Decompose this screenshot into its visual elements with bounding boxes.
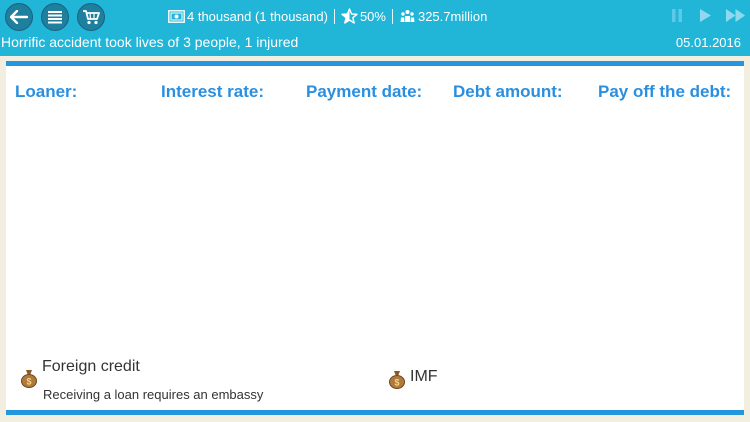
population-value: 325.7million <box>417 8 488 24</box>
column-loaner: Loaner: <box>15 82 78 101</box>
menu-button[interactable] <box>41 3 69 31</box>
svg-text:$: $ <box>394 378 399 388</box>
column-interest-rate: Interest rate: <box>161 82 264 101</box>
money-bag-icon: $ <box>21 370 37 388</box>
pause-icon <box>672 9 682 22</box>
play-button[interactable] <box>698 8 712 28</box>
loans-panel: Loaner: Interest rate: Payment date: Deb… <box>6 61 744 415</box>
svg-text:$: $ <box>26 377 31 387</box>
back-arrow-icon <box>10 10 28 24</box>
money-bag-icon: $ <box>389 371 405 389</box>
shop-button[interactable] <box>77 3 105 31</box>
star-icon <box>341 8 358 24</box>
top-bar: 4 thousand (1 thousand) 50% 325.7million <box>0 0 750 56</box>
money-icon <box>168 9 185 23</box>
money-value: 4 thousand (1 thousand) <box>187 8 328 24</box>
cart-icon <box>83 10 100 25</box>
lender-name: Foreign credit <box>42 358 140 375</box>
game-date: 05.01.2016 <box>675 35 741 50</box>
population-stat[interactable]: 325.7million <box>399 9 487 24</box>
play-icon <box>700 9 711 22</box>
people-icon <box>400 10 415 22</box>
fast-forward-icon <box>726 9 745 22</box>
approval-stat[interactable]: 50% <box>341 8 386 24</box>
lender-name: IMF <box>410 368 438 385</box>
separator <box>333 8 335 24</box>
news-ticker: Horrific accident took lives of 3 people… <box>1 34 299 50</box>
back-button[interactable] <box>5 3 33 31</box>
money-stat[interactable]: 4 thousand (1 thousand) <box>168 9 328 24</box>
separator <box>391 8 393 24</box>
menu-icon <box>48 11 62 24</box>
lender-requirement: Receiving a loan requires an embassy <box>43 387 264 402</box>
approval-value: 50% <box>359 8 386 24</box>
stats-bar: 4 thousand (1 thousand) 50% 325.7million <box>168 7 487 25</box>
pause-button[interactable] <box>670 8 684 28</box>
column-payment-date: Payment date: <box>306 82 423 101</box>
fast-forward-button[interactable] <box>725 8 747 28</box>
column-debt-amount: Debt amount: <box>453 82 563 101</box>
column-pay-off: Pay off the debt: <box>598 82 732 101</box>
